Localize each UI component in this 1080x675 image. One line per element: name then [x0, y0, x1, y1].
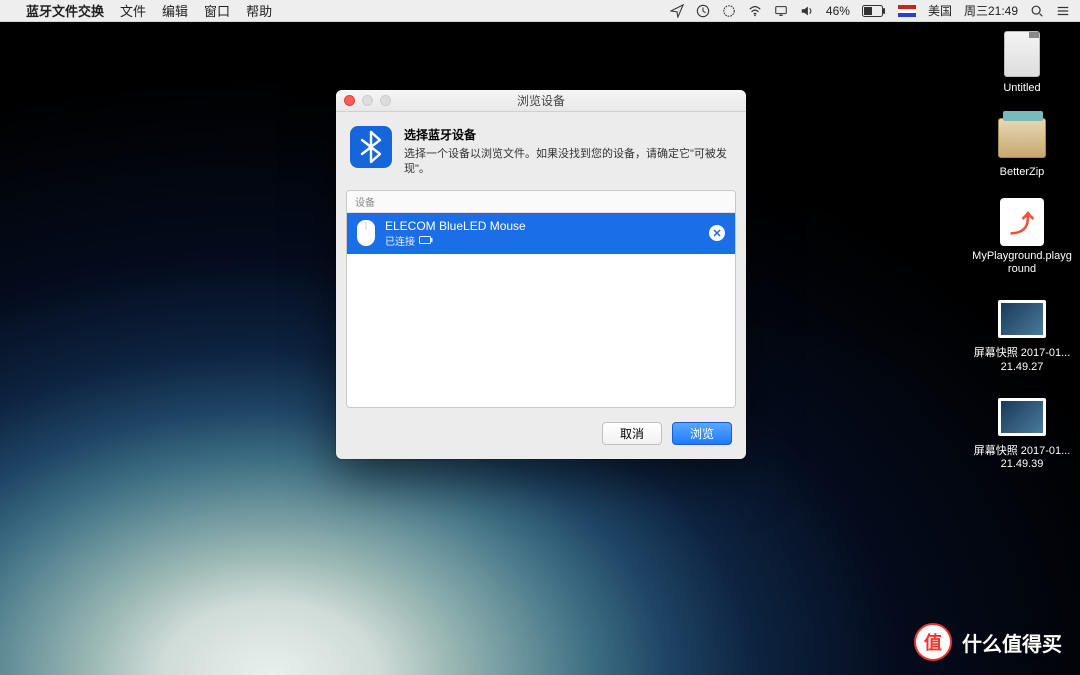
- dialog-description: 选择一个设备以浏览文件。如果没找到您的设备，请确定它"可被发现"。: [404, 147, 732, 178]
- desktop-icon-label: Untitled: [1003, 82, 1040, 96]
- screenshot-thumb-icon: [998, 398, 1046, 436]
- desktop-icon-screenshot-1[interactable]: 屏幕快照 2017-01...21.49.27: [972, 295, 1072, 375]
- remove-device-button[interactable]: ✕: [709, 225, 725, 241]
- browse-devices-dialog: 浏览设备 选择蓝牙设备 选择一个设备以浏览文件。如果没找到您的设备，请确定它"可…: [336, 90, 746, 459]
- battery-percent[interactable]: 46%: [826, 4, 850, 18]
- display-icon[interactable]: [774, 4, 788, 18]
- app-menu[interactable]: 蓝牙文件交换: [26, 1, 104, 20]
- menu-window[interactable]: 窗口: [204, 1, 230, 20]
- screenshot-thumb-icon: [998, 300, 1046, 338]
- flag-icon[interactable]: [898, 5, 916, 17]
- browse-button[interactable]: 浏览: [672, 422, 732, 445]
- box-icon: [998, 118, 1046, 158]
- cancel-button[interactable]: 取消: [602, 422, 662, 445]
- mouse-icon: [357, 220, 375, 246]
- desktop-icon-sdcard[interactable]: Untitled: [972, 30, 1072, 96]
- window-minimize-button: [362, 95, 373, 106]
- spotlight-icon[interactable]: [1030, 4, 1044, 18]
- device-status: 已连接: [385, 233, 415, 248]
- sync-icon[interactable]: [722, 4, 736, 18]
- input-source-label[interactable]: 美国: [928, 2, 952, 19]
- desktop-icon-label: MyPlayground.playground: [972, 250, 1072, 278]
- dialog-heading: 选择蓝牙设备: [404, 126, 732, 143]
- location-icon[interactable]: [670, 4, 684, 18]
- swift-icon: ⤴: [1010, 204, 1034, 239]
- desktop-icon-label: BetterZip: [1000, 166, 1045, 180]
- desktop-icon-screenshot-2[interactable]: 屏幕快照 2017-01...21.49.39: [972, 393, 1072, 473]
- watermark-text: 什么值得买: [962, 628, 1062, 657]
- volume-icon[interactable]: [800, 4, 814, 18]
- watermark-badge-icon: 值: [914, 623, 952, 661]
- battery-icon[interactable]: [862, 5, 886, 17]
- menu-file[interactable]: 文件: [120, 1, 146, 20]
- desktop-icon-betterzip[interactable]: BetterZip: [972, 114, 1072, 180]
- device-list: 设备 ELECOM BlueLED Mouse 已连接 ✕: [346, 190, 736, 408]
- sdcard-icon: [1004, 31, 1040, 77]
- window-close-button[interactable]: [344, 95, 355, 106]
- desktop-icon-label: 屏幕快照 2017-01...21.49.27: [972, 347, 1072, 375]
- battery-small-icon: [419, 236, 433, 244]
- desktop-icons-area: Untitled BetterZip ⤴ MyPlayground.playgr…: [972, 30, 1072, 490]
- menu-help[interactable]: 帮助: [246, 1, 272, 20]
- desktop-icon-playground[interactable]: ⤴ MyPlayground.playground: [972, 198, 1072, 278]
- bluetooth-icon: [350, 126, 392, 168]
- wifi-icon[interactable]: [748, 4, 762, 18]
- notification-center-icon[interactable]: [1056, 4, 1070, 18]
- playground-file-icon: ⤴: [1000, 198, 1044, 246]
- device-row-selected[interactable]: ELECOM BlueLED Mouse 已连接 ✕: [347, 213, 735, 254]
- menu-bar: 蓝牙文件交换 文件 编辑 窗口 帮助 46% 美国 周三21:49: [0, 0, 1080, 22]
- watermark: 值 什么值得买: [914, 623, 1062, 661]
- dialog-title: 浏览设备: [517, 92, 565, 109]
- device-name: ELECOM BlueLED Mouse: [385, 219, 699, 233]
- menu-edit[interactable]: 编辑: [162, 1, 188, 20]
- desktop-icon-label: 屏幕快照 2017-01...21.49.39: [972, 445, 1072, 473]
- dialog-titlebar[interactable]: 浏览设备: [336, 90, 746, 112]
- clock-text[interactable]: 周三21:49: [964, 2, 1018, 19]
- clock-icon[interactable]: [696, 4, 710, 18]
- window-zoom-button: [380, 95, 391, 106]
- device-list-header: 设备: [347, 191, 735, 213]
